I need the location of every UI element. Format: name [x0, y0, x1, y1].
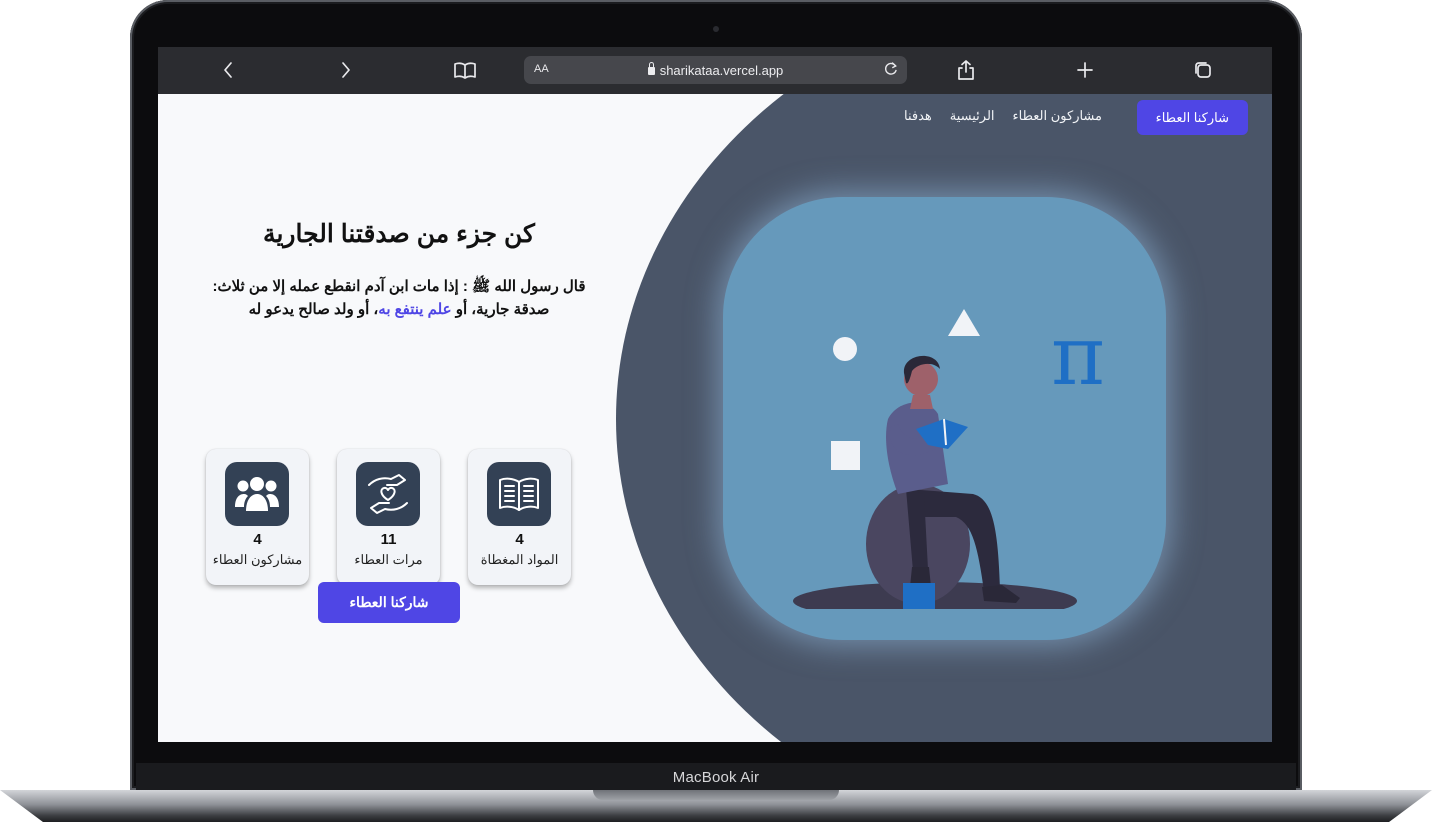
url-wrapper: sharikataa.vercel.app — [524, 62, 907, 78]
reading-person-illustration: π — [793, 309, 1105, 609]
stat-card-subjects: 4 المواد المغطاة — [468, 449, 571, 585]
site-navbar: شاركنا العطاء — [1136, 100, 1248, 135]
reload-icon[interactable] — [883, 61, 899, 82]
stat-value: 4 — [515, 531, 524, 548]
bookmarks-icon[interactable] — [452, 55, 478, 85]
hero-content: كن جزء من صدقتنا الجارية قال رسول الله ﷺ… — [194, 219, 604, 322]
stat-card-participants: 4 مشاركون العطاء — [206, 449, 309, 585]
users-group-icon — [225, 462, 289, 526]
hadith-highlight: علم ينتفع به — [378, 301, 452, 319]
svg-text:π: π — [1051, 309, 1105, 404]
url-text: sharikataa.vercel.app — [659, 63, 784, 78]
browser-toolbar: AA sharikataa.vercel.app — [158, 47, 1272, 94]
back-icon[interactable] — [218, 55, 238, 85]
open-book-icon — [487, 462, 551, 526]
laptop-base-notch — [593, 790, 839, 800]
nav-link-participants[interactable]: مشاركون العطاء — [1013, 108, 1102, 124]
screen: AA sharikataa.vercel.app π شاركنا العطاء… — [158, 47, 1272, 742]
stat-label: مرات العطاء — [354, 552, 423, 567]
nav-link-home[interactable]: الرئيسية — [950, 108, 995, 124]
stat-value: 4 — [253, 531, 262, 548]
device-label: MacBook Air — [672, 768, 760, 786]
hadith-text: قال رسول الله ﷺ : إذا مات ابن آدم انقطع … — [194, 275, 604, 322]
stat-label: المواد المغطاة — [480, 552, 559, 567]
hero-cta-button[interactable]: شاركنا العطاء — [318, 582, 460, 623]
stats-row: 4 مشاركون العطاء 11 مرات العطاء 4 المواد… — [206, 449, 572, 589]
share-icon[interactable] — [954, 55, 978, 85]
forward-icon[interactable] — [336, 55, 356, 85]
giving-hands-heart-icon — [356, 462, 420, 526]
new-tab-icon[interactable] — [1074, 55, 1096, 85]
nav-link-goal[interactable]: هدفنا — [904, 108, 932, 124]
nav-cta-button[interactable]: شاركنا العطاء — [1136, 100, 1248, 135]
stat-card-giving-times: 11 مرات العطاء — [337, 449, 440, 585]
nav-links: مشاركون العطاء الرئيسية هدفنا — [904, 108, 1102, 124]
address-bar[interactable]: AA sharikataa.vercel.app — [524, 56, 907, 84]
laptop-chin: MacBook Air — [136, 763, 1296, 791]
camera — [713, 26, 719, 32]
hadith-part-2: ، أو ولد صالح يدعو له — [248, 301, 379, 319]
web-page: π شاركنا العطاء مشاركون العطاء الرئيسية … — [158, 94, 1272, 742]
stat-value: 11 — [380, 531, 397, 548]
lock-icon — [647, 62, 655, 75]
tabs-icon[interactable] — [1192, 55, 1214, 85]
stat-label: مشاركون العطاء — [212, 552, 303, 567]
hero-title: كن جزء من صدقتنا الجارية — [263, 220, 535, 248]
